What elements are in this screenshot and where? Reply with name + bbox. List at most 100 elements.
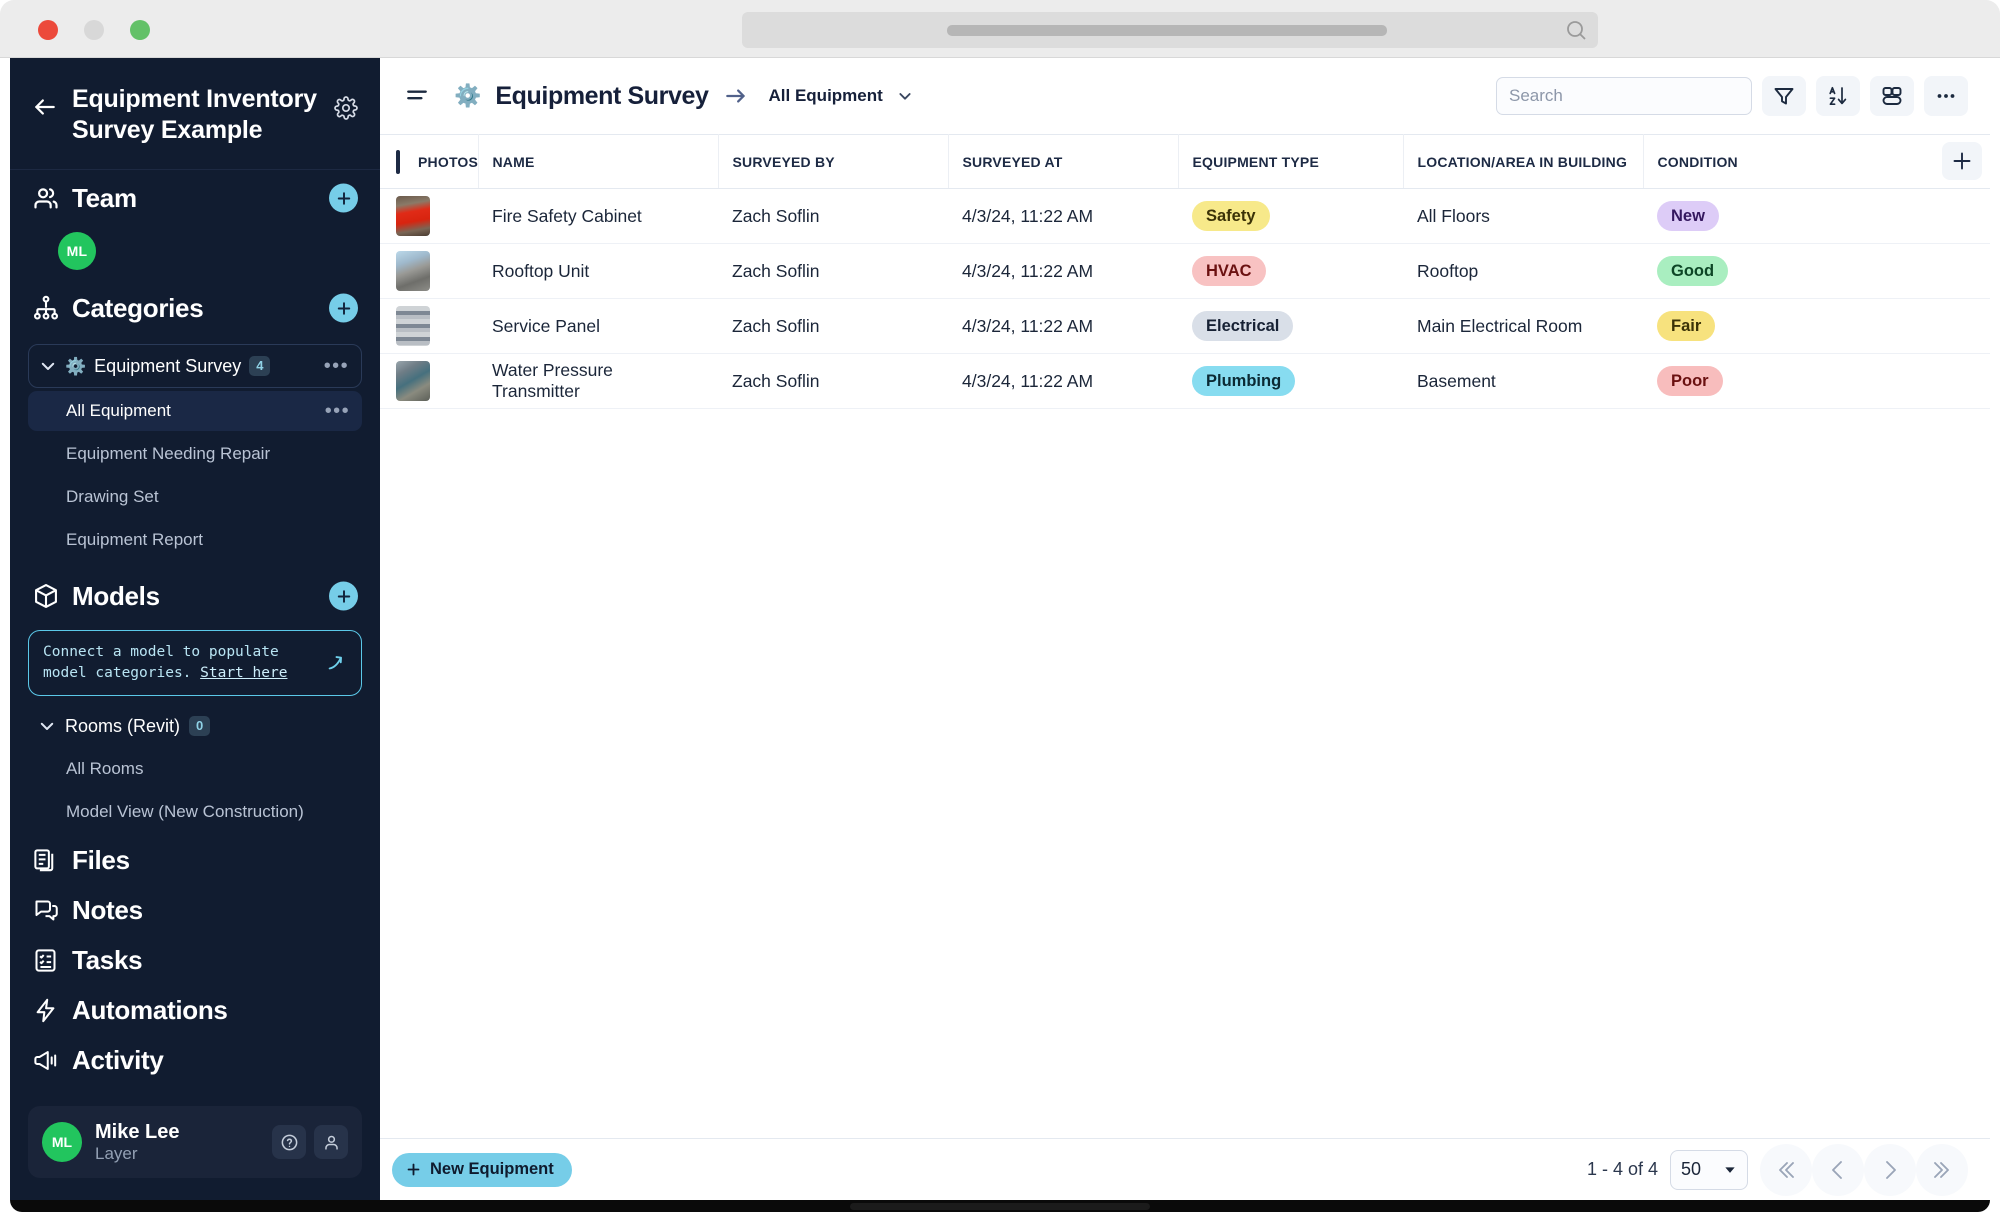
sidebar-item-drawing-set[interactable]: Drawing Set	[28, 477, 362, 517]
search-icon	[1567, 21, 1586, 40]
add-team-member-button[interactable]	[329, 183, 358, 213]
breadcrumb-view-name[interactable]: All Equipment	[769, 86, 883, 106]
banner-link[interactable]: Start here	[200, 665, 287, 681]
sidebar-section-team-label: Team	[72, 182, 137, 213]
page-size-select[interactable]: 50	[1670, 1149, 1748, 1190]
sidebar-item-all-rooms[interactable]: All Rooms	[28, 749, 362, 789]
gear-icon[interactable]	[334, 96, 358, 120]
add-model-button[interactable]	[329, 581, 358, 611]
column-header-photos[interactable]: PHOTOS	[380, 134, 479, 189]
cell-name: Fire Safety Cabinet	[478, 188, 718, 244]
plus-icon	[407, 1163, 420, 1176]
equipment-table: PHOTOS NAME SURVEYED BY SURVEYED AT EQUI…	[380, 134, 1990, 409]
table-body: Fire Safety Cabinet Zach Soflin 4/3/24, …	[380, 188, 1990, 409]
more-options-button[interactable]	[1924, 76, 1968, 116]
traffic-lights	[38, 20, 150, 40]
last-page-button[interactable]	[1916, 1143, 1968, 1196]
hamburger-icon[interactable]	[404, 83, 430, 109]
url-text-placeholder	[947, 25, 1387, 36]
sidebar-section-team[interactable]: Team	[10, 170, 380, 226]
sidebar-item-notes[interactable]: Notes	[10, 885, 380, 935]
sidebar-item-activity[interactable]: Activity	[10, 1035, 380, 1085]
connect-model-banner-text: Connect a model to populate model catego…	[43, 642, 315, 684]
select-all-checkbox[interactable]	[396, 149, 400, 174]
cell-photo[interactable]	[380, 188, 478, 244]
next-page-button[interactable]	[1864, 1143, 1916, 1196]
equipment-type-badge: Electrical	[1192, 310, 1294, 342]
water-pressure-transmitter-photo[interactable]	[396, 361, 430, 401]
sidebar-item-automations[interactable]: Automations	[10, 985, 380, 1035]
sidebar-item-equipment-needing-repair[interactable]: Equipment Needing Repair	[28, 434, 362, 474]
avatar[interactable]: ML	[58, 232, 96, 270]
category-group-equipment-survey[interactable]: ⚙️ Equipment Survey 4 •••	[28, 344, 362, 388]
table-row[interactable]: Water Pressure Transmitter Zach Soflin 4…	[380, 353, 1990, 409]
add-column-button[interactable]	[1942, 142, 1982, 180]
cell-photo[interactable]	[380, 298, 478, 354]
sidebar-item-label: Activity	[72, 1044, 164, 1075]
column-header-condition[interactable]: CONDITION	[1643, 134, 1990, 189]
person-icon	[324, 1135, 338, 1150]
sidebar-item-all-equipment[interactable]: All Equipment •••	[28, 391, 362, 431]
cell-photo[interactable]	[380, 353, 478, 409]
model-group-label: Rooms (Revit)	[65, 715, 181, 736]
column-header-equipment-type[interactable]: EQUIPMENT TYPE	[1178, 134, 1404, 189]
zoom-window-button[interactable]	[130, 20, 150, 40]
cell-surveyed-by: Zach Soflin	[718, 298, 948, 354]
window-resize-handle[interactable]	[850, 1203, 1150, 1210]
chevron-down-icon[interactable]	[39, 357, 57, 375]
chevron-down-icon[interactable]	[897, 88, 913, 104]
sidebar-item-model-view-new-construction[interactable]: Model View (New Construction)	[28, 792, 362, 832]
help-button[interactable]	[272, 1125, 306, 1159]
table-row[interactable]: Rooftop Unit Zach Soflin 4/3/24, 11:22 A…	[380, 243, 1990, 299]
model-group-rooms-revit[interactable]: Rooms (Revit) 0	[28, 706, 362, 746]
notes-icon	[35, 900, 58, 921]
service-panel-photo[interactable]	[396, 306, 430, 346]
chevron-down-icon[interactable]	[38, 717, 56, 735]
cell-photo[interactable]	[380, 243, 478, 299]
group-button[interactable]	[1870, 76, 1914, 116]
sidebar-section-models[interactable]: Models	[10, 568, 380, 624]
sidebar-item-files[interactable]: Files	[10, 835, 380, 885]
table-row[interactable]: Fire Safety Cabinet Zach Soflin 4/3/24, …	[380, 188, 1990, 244]
category-more-button[interactable]: •••	[324, 356, 349, 376]
add-category-button[interactable]	[329, 293, 358, 323]
browser-url-bar[interactable]	[742, 12, 1598, 48]
breadcrumb-title[interactable]: Equipment Survey	[495, 82, 709, 111]
new-equipment-button[interactable]: New Equipment	[392, 1152, 572, 1187]
window-bottom-edge	[10, 1200, 1990, 1212]
filter-button[interactable]	[1762, 76, 1806, 116]
view-more-button[interactable]: •••	[325, 401, 350, 421]
account-button[interactable]	[314, 1125, 348, 1159]
back-arrow-icon[interactable]	[32, 94, 58, 120]
search-input[interactable]	[1496, 77, 1752, 115]
sort-button[interactable]	[1816, 76, 1860, 116]
rooftop-unit-photo[interactable]	[396, 251, 430, 291]
cell-equipment-type: HVAC	[1178, 243, 1403, 299]
sidebar-item-tasks[interactable]: Tasks	[10, 935, 380, 985]
table-row[interactable]: Service Panel Zach Soflin 4/3/24, 11:22 …	[380, 298, 1990, 354]
close-window-button[interactable]	[38, 20, 58, 40]
category-count-badge: 4	[249, 356, 271, 376]
hierarchy-icon	[33, 295, 59, 320]
chevron-down-icon	[1725, 1166, 1735, 1173]
sidebar-section-categories[interactable]: Categories	[10, 280, 380, 336]
column-header-name[interactable]: NAME	[478, 134, 719, 189]
column-header-surveyed-by[interactable]: SURVEYED BY	[718, 134, 949, 189]
column-header-surveyed-at[interactable]: SURVEYED AT	[948, 134, 1179, 189]
arrow-right-icon	[725, 89, 745, 103]
minimize-window-button[interactable]	[84, 20, 104, 40]
first-page-button[interactable]	[1760, 1143, 1812, 1196]
avatar: ML	[42, 1122, 82, 1162]
cell-name: Service Panel	[478, 298, 718, 354]
cell-condition: Good	[1643, 243, 1990, 299]
cell-location: Basement	[1403, 353, 1643, 409]
cell-location: All Floors	[1403, 188, 1643, 244]
previous-page-button[interactable]	[1812, 1143, 1864, 1196]
plus-icon	[1953, 152, 1971, 170]
user-account-card[interactable]: ML Mike Lee Layer	[28, 1106, 362, 1178]
fire-safety-cabinet-photo[interactable]	[396, 196, 430, 236]
sidebar-item-equipment-report[interactable]: Equipment Report	[28, 520, 362, 560]
column-header-location[interactable]: LOCATION/AREA IN BUILDING	[1403, 134, 1644, 189]
breadcrumb-emoji: ⚙️	[454, 83, 482, 108]
connect-model-banner[interactable]: Connect a model to populate model catego…	[28, 630, 362, 697]
